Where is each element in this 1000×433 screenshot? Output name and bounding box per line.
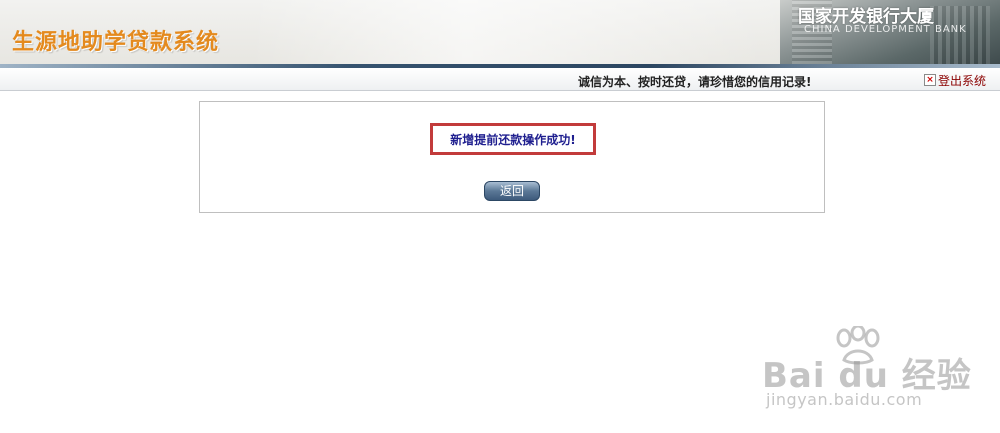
slogan-text: 诚信为本、按时还贷，请珍惜您的信用记录! (578, 75, 812, 89)
building-glass-right (930, 6, 990, 64)
success-message: 新增提前还款操作成功! (450, 132, 576, 147)
watermark-url: jingyan.baidu.com (766, 390, 923, 409)
logout-button[interactable]: × 登出系统 (924, 72, 986, 88)
header-banner: 生源地助学贷款系统 国家开发银行大厦 CHINA DEVELOPMENT BAN… (0, 0, 1000, 64)
back-button[interactable]: 返回 (484, 181, 540, 201)
close-icon[interactable]: × (924, 74, 936, 86)
banner-gradient (250, 0, 790, 64)
building-sign-en: CHINA DEVELOPMENT BANK (804, 24, 967, 35)
building-photo: 国家开发银行大厦 CHINA DEVELOPMENT BANK (780, 0, 1000, 64)
success-message-box: 新增提前还款操作成功! (430, 123, 596, 155)
app-title: 生源地助学贷款系统 (12, 30, 220, 55)
status-bar: 诚信为本、按时还贷，请珍惜您的信用记录! × 登出系统 (0, 68, 1000, 91)
message-panel: 新增提前还款操作成功! 返回 (199, 101, 825, 213)
baidu-watermark: Bai du 经验 jingyan.baidu.com (762, 326, 992, 416)
logout-label[interactable]: 登出系统 (938, 72, 986, 89)
